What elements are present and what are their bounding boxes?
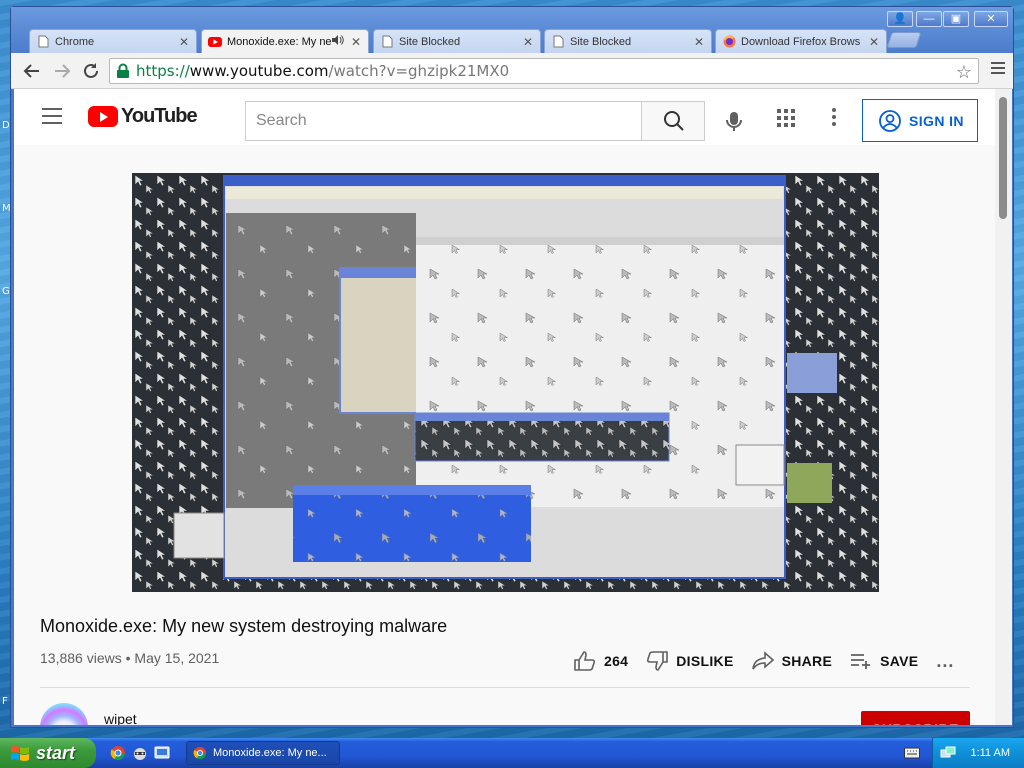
firefox-icon	[722, 35, 736, 49]
subscribe-button[interactable]: SUBSCRIBE	[861, 711, 970, 725]
like-button[interactable]: 264	[574, 651, 628, 671]
chrome-icon	[193, 746, 207, 760]
youtube-play-icon	[88, 106, 118, 127]
view-count: 13,886 views	[40, 650, 122, 666]
close-window-button[interactable]: ✕	[974, 11, 1008, 27]
raccoon-quicklaunch-icon[interactable]	[132, 745, 148, 761]
start-button[interactable]: start	[0, 738, 96, 768]
upload-date: May 15, 2021	[134, 650, 220, 666]
reload-icon	[84, 63, 98, 78]
taskbar-item-chrome[interactable]: Monoxide.exe: My ne...	[186, 741, 340, 765]
taskbar: start Monoxide.exe: My ne... 1:11 AM	[0, 738, 1024, 768]
browser-menu-button[interactable]	[991, 62, 1005, 76]
apps-grid-icon[interactable]	[777, 109, 795, 127]
close-icon[interactable]: ✕	[522, 35, 534, 49]
forward-button[interactable]	[53, 62, 71, 80]
channel-name[interactable]: wipet	[104, 711, 137, 725]
profile-button[interactable]: 👤	[887, 11, 913, 27]
search-button[interactable]	[641, 101, 705, 141]
url-host: www.youtube.com	[189, 62, 329, 80]
back-button[interactable]	[23, 62, 41, 80]
channel-avatar[interactable]	[40, 703, 88, 725]
video-meta: 13,886 views • May 15, 2021	[40, 650, 219, 666]
start-label: start	[36, 742, 76, 763]
share-button[interactable]: SHARE	[751, 651, 833, 671]
close-icon[interactable]: ✕	[178, 35, 190, 49]
clock[interactable]: 1:11 AM	[970, 747, 1010, 759]
scrollbar-thumb[interactable]	[999, 97, 1007, 219]
keyboard-icon[interactable]	[904, 746, 920, 760]
dislike-label: DISLIKE	[676, 653, 734, 669]
taskbar-item-label: Monoxide.exe: My ne...	[213, 747, 327, 759]
reload-button[interactable]	[82, 62, 100, 80]
youtube-wordmark: YouTube	[121, 105, 198, 127]
save-button[interactable]: SAVE	[850, 651, 918, 671]
tab-title: Monoxide.exe: My ne	[227, 35, 332, 48]
thumbs-up-icon	[574, 651, 596, 671]
desktop-icon-label: G	[2, 286, 10, 297]
speaker-icon[interactable]	[332, 35, 346, 48]
bookmark-star-icon[interactable]: ☆	[956, 62, 972, 83]
dislike-button[interactable]: DISLIKE	[646, 651, 733, 671]
video-player[interactable]	[132, 173, 879, 592]
divider	[40, 687, 970, 688]
page-icon	[380, 35, 394, 49]
tab-title: Site Blocked	[399, 35, 461, 48]
desktop-icon-label: D	[2, 120, 10, 131]
youtube-page: YouTube Search SIGN IN Monoxide.exe: My …	[14, 89, 995, 725]
tab-site-blocked[interactable]: Site Blocked ✕	[373, 29, 541, 53]
menu-icon[interactable]	[42, 108, 62, 129]
back-arrow-icon	[23, 64, 39, 78]
share-label: SHARE	[781, 653, 833, 669]
playlist-add-icon	[851, 654, 871, 669]
share-icon	[751, 651, 774, 670]
video-actions: 264 DISLIKE SHARE SAVE ...	[574, 649, 954, 673]
video-frame	[132, 173, 879, 592]
tab-title: Chrome	[55, 35, 95, 48]
maximize-button[interactable]: ▣	[943, 11, 969, 27]
address-bar[interactable]: https://www.youtube.com/watch?v=ghzipk21…	[109, 58, 979, 84]
tab-youtube-video[interactable]: Monoxide.exe: My ne ✕	[201, 29, 369, 53]
chrome-quicklaunch-icon[interactable]	[110, 745, 126, 761]
like-count: 264	[604, 653, 629, 669]
youtube-header: YouTube Search SIGN IN	[14, 89, 995, 145]
tab-chrome[interactable]: Chrome ✕	[29, 29, 197, 53]
page-icon	[36, 35, 50, 49]
youtube-icon	[208, 35, 222, 49]
youtube-logo[interactable]: YouTube	[88, 105, 198, 128]
search-icon	[664, 111, 684, 131]
account-icon	[879, 109, 901, 132]
forward-arrow-icon	[55, 64, 71, 78]
system-tray: 1:11 AM	[932, 738, 1024, 768]
lock-icon	[117, 63, 129, 78]
save-label: SAVE	[880, 653, 919, 669]
more-actions-icon[interactable]: ...	[936, 651, 954, 672]
browser-toolbar: https://www.youtube.com/watch?v=ghzipk21…	[11, 53, 1013, 89]
page-scrollbar[interactable]	[995, 89, 1012, 725]
tab-download-firefox[interactable]: Download Firefox Brows ✕	[715, 29, 887, 53]
thumbs-down-icon	[647, 651, 669, 671]
tab-title: Site Blocked	[570, 35, 632, 48]
windows-logo-icon	[11, 746, 29, 761]
network-icon[interactable]	[940, 745, 956, 761]
sign-in-button[interactable]: SIGN IN	[862, 99, 978, 142]
video-title: Monoxide.exe: My new system destroying m…	[40, 616, 448, 636]
close-icon[interactable]: ✕	[693, 35, 705, 49]
desktop-quicklaunch-icon[interactable]	[154, 745, 170, 761]
close-icon[interactable]: ✕	[868, 35, 880, 49]
minimize-button[interactable]: —	[916, 11, 942, 27]
close-icon[interactable]: ✕	[350, 35, 362, 49]
url-path: /watch?v=ghzipk21MX0	[328, 62, 510, 80]
microphone-icon[interactable]	[722, 109, 746, 133]
sign-in-label: SIGN IN	[909, 112, 964, 129]
page-icon	[551, 35, 565, 49]
tab-site-blocked[interactable]: Site Blocked ✕	[544, 29, 712, 53]
desktop-icon-label: F	[2, 696, 8, 707]
tab-strip: Chrome ✕ Monoxide.exe: My ne ✕ Site Bloc…	[11, 7, 1013, 53]
more-options-icon[interactable]	[832, 108, 836, 129]
tab-title: Download Firefox Brows	[741, 35, 861, 48]
search-input[interactable]: Search	[245, 101, 642, 141]
new-tab-button[interactable]	[886, 32, 922, 48]
url-scheme: https://	[136, 62, 190, 80]
